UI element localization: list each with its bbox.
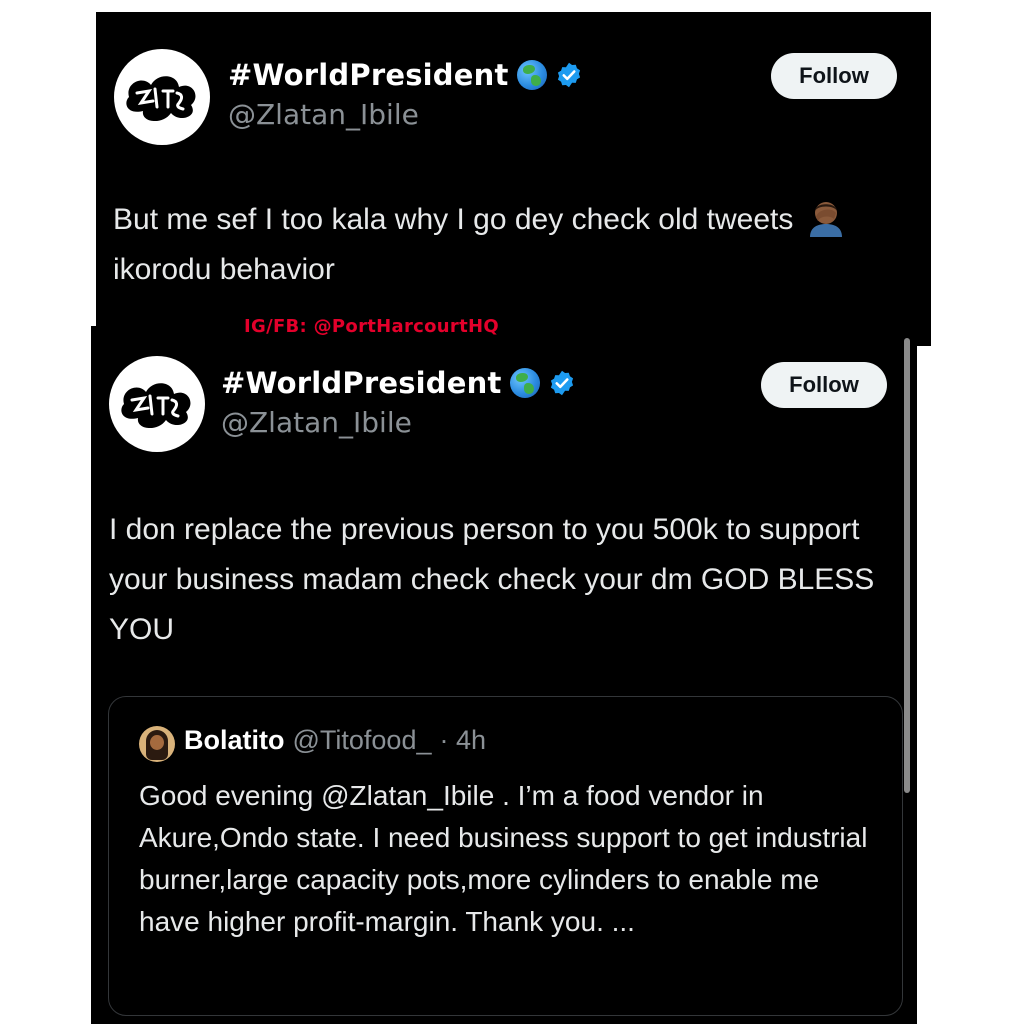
verified-icon bbox=[550, 370, 573, 396]
profile-avatar[interactable] bbox=[109, 356, 205, 452]
follow-button[interactable]: Follow bbox=[771, 53, 897, 99]
tweet-text-part1: But me sef I too kala why I go dey check… bbox=[113, 203, 794, 236]
zlatan-logo-icon bbox=[121, 383, 191, 429]
tweet-text: But me sef I too kala why I go dey check… bbox=[113, 195, 913, 295]
quote-author-handle[interactable]: @Titofood_ bbox=[293, 725, 432, 756]
facepalm-icon bbox=[809, 202, 842, 237]
quote-timestamp: · 4h bbox=[439, 725, 487, 755]
tweet-text: I don replace the previous person to you… bbox=[109, 513, 875, 646]
author-display-name[interactable]: #WorldPresident bbox=[221, 366, 502, 400]
tweet-card-second: #WorldPresident @Zlatan_Ibile Follow I d… bbox=[91, 326, 917, 1024]
author-display-name[interactable]: #WorldPresident bbox=[228, 58, 509, 92]
tweet-text-part2: ikorodu behavior bbox=[113, 253, 335, 286]
author-name-row: #WorldPresident bbox=[228, 58, 583, 92]
quote-meta-row: Bolatito @Titofood_ · 4h bbox=[184, 725, 486, 756]
follow-button[interactable]: Follow bbox=[761, 362, 887, 408]
globe-icon bbox=[509, 368, 540, 398]
tweet-card-first: #WorldPresident @Zlatan_Ibile Follow But… bbox=[96, 12, 931, 346]
author-handle[interactable]: @Zlatan_Ibile bbox=[228, 98, 419, 131]
author-name-row: #WorldPresident bbox=[221, 366, 576, 400]
scrollbar[interactable] bbox=[904, 338, 910, 793]
quoted-tweet[interactable]: Bolatito @Titofood_ · 4h Good evening @Z… bbox=[108, 696, 903, 1016]
author-handle[interactable]: @Zlatan_Ibile bbox=[221, 406, 412, 439]
zlatan-logo-icon bbox=[126, 76, 196, 122]
quote-text: Good evening @Zlatan_Ibile . I’m a food … bbox=[139, 780, 868, 937]
verified-icon bbox=[557, 62, 580, 88]
watermark-label: IG/FB: @PortHarcourtHQ bbox=[244, 316, 499, 337]
quote-avatar[interactable] bbox=[139, 726, 175, 762]
quote-author-name[interactable]: Bolatito bbox=[184, 725, 285, 756]
globe-icon bbox=[516, 60, 547, 90]
profile-avatar[interactable] bbox=[114, 49, 210, 145]
